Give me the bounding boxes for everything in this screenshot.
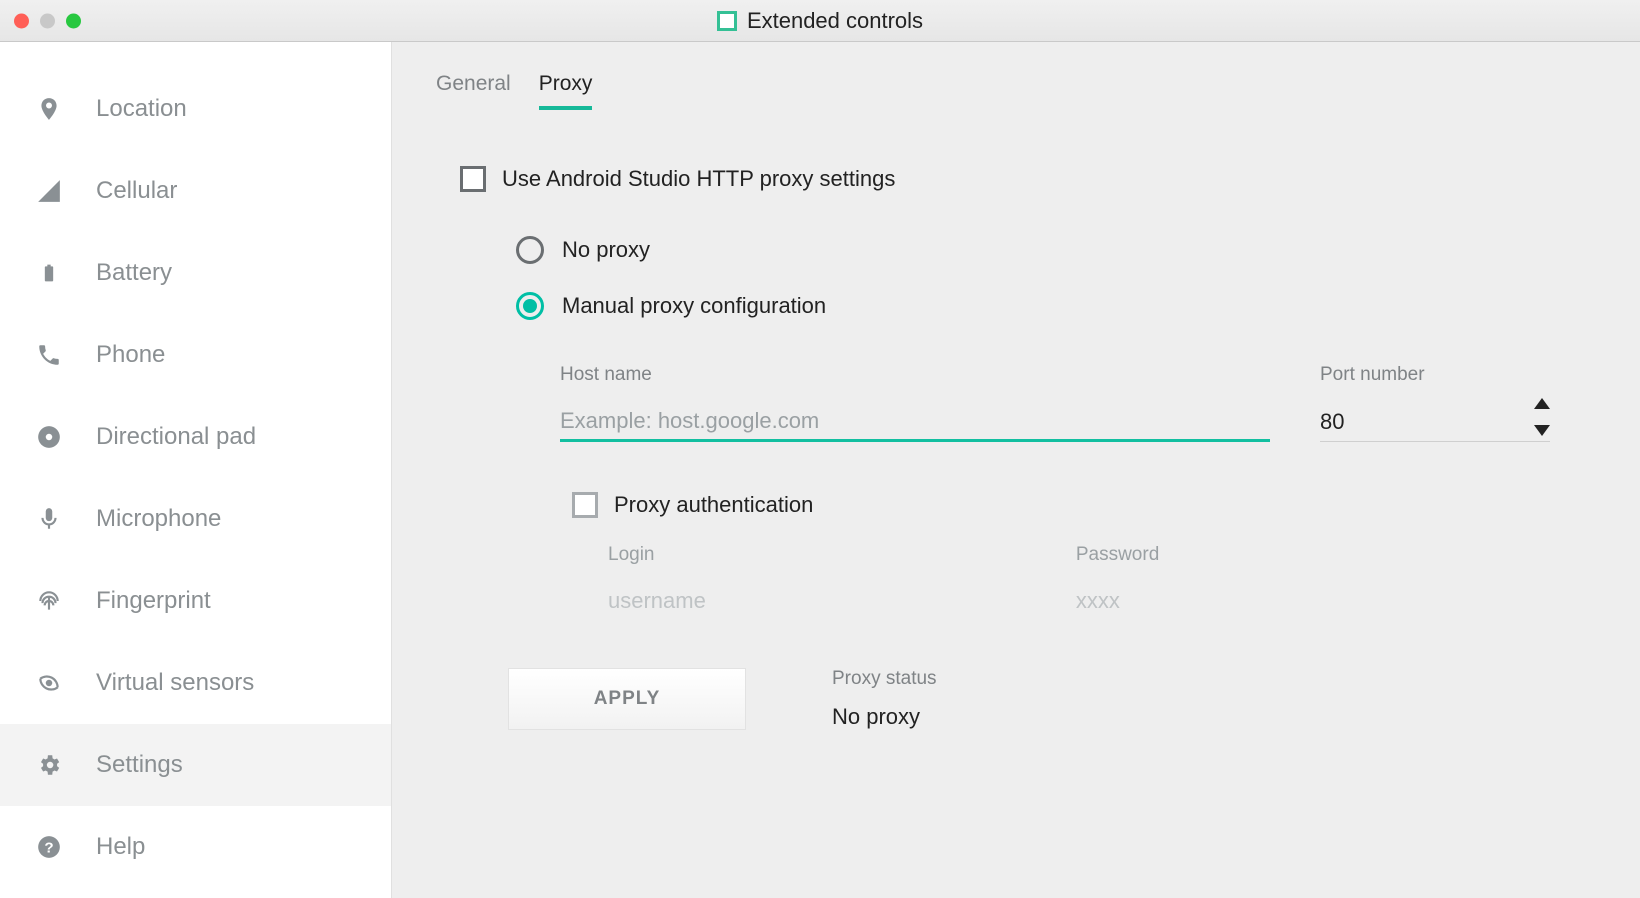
port-number-input[interactable] (1320, 402, 1550, 442)
host-name-label: Host name (560, 364, 1270, 386)
sidebar-item-label: Microphone (96, 505, 221, 533)
battery-icon (34, 258, 64, 288)
window-controls (14, 13, 81, 28)
tab-general[interactable]: General (436, 72, 511, 110)
proxy-auth-checkbox[interactable] (572, 492, 598, 518)
login-label: Login (608, 544, 706, 566)
window-maximize-button[interactable] (66, 13, 81, 28)
radio-icon (516, 292, 544, 320)
use-studio-proxy-label: Use Android Studio HTTP proxy settings (502, 166, 895, 192)
host-name-input[interactable] (560, 402, 1270, 442)
radio-label: Manual proxy configuration (562, 293, 826, 319)
proxy-auth-label: Proxy authentication (614, 492, 813, 518)
proxy-status: Proxy status No proxy (832, 668, 937, 730)
sidebar: Location Cellular Battery Phone Directio (0, 42, 392, 898)
window-close-button[interactable] (14, 13, 29, 28)
sensors-icon (34, 668, 64, 698)
apply-button[interactable]: APPLY (508, 668, 746, 730)
fingerprint-icon (34, 586, 64, 616)
proxy-mode-group: No proxy Manual proxy configuration (516, 222, 1596, 334)
sidebar-item-fingerprint[interactable]: Fingerprint (0, 560, 391, 642)
gear-icon (34, 750, 64, 780)
help-icon: ? (34, 832, 64, 862)
window-title: Extended controls (747, 8, 923, 34)
sidebar-item-battery[interactable]: Battery (0, 232, 391, 314)
proxy-mode-none[interactable]: No proxy (516, 222, 1596, 278)
settings-panel: General Proxy Use Android Studio HTTP pr… (392, 42, 1640, 898)
login-field: Login username (608, 544, 706, 614)
password-input[interactable]: xxxx (1076, 588, 1159, 614)
radio-label: No proxy (562, 237, 650, 263)
sidebar-item-help[interactable]: ? Help (0, 806, 391, 888)
sidebar-item-label: Fingerprint (96, 587, 211, 615)
window-title-group: Extended controls (717, 8, 923, 34)
sidebar-item-phone[interactable]: Phone (0, 314, 391, 396)
port-number-field: Port number (1320, 364, 1550, 442)
use-studio-proxy-checkbox[interactable] (460, 166, 486, 192)
sidebar-item-label: Help (96, 833, 145, 861)
port-stepper (1534, 398, 1550, 436)
password-label: Password (1076, 544, 1159, 566)
password-field: Password xxxx (1076, 544, 1159, 614)
sidebar-item-label: Location (96, 95, 187, 123)
port-step-down-icon[interactable] (1534, 425, 1550, 436)
sidebar-item-label: Virtual sensors (96, 669, 254, 697)
sidebar-item-cellular[interactable]: Cellular (0, 150, 391, 232)
sidebar-item-location[interactable]: Location (0, 68, 391, 150)
proxy-status-value: No proxy (832, 704, 937, 730)
microphone-icon (34, 504, 64, 534)
proxy-auth-row[interactable]: Proxy authentication (572, 492, 1596, 518)
window-minimize-button[interactable] (40, 13, 55, 28)
directional-pad-icon (34, 422, 64, 452)
location-pin-icon (34, 94, 64, 124)
sidebar-item-label: Directional pad (96, 423, 256, 451)
sidebar-item-label: Settings (96, 751, 183, 779)
proxy-mode-manual[interactable]: Manual proxy configuration (516, 278, 1596, 334)
app-icon (717, 11, 737, 31)
sidebar-item-virtual-sensors[interactable]: Virtual sensors (0, 642, 391, 724)
login-input[interactable]: username (608, 588, 706, 614)
phone-icon (34, 340, 64, 370)
sidebar-item-microphone[interactable]: Microphone (0, 478, 391, 560)
radio-icon (516, 236, 544, 264)
cellular-signal-icon (34, 176, 64, 206)
sidebar-item-label: Cellular (96, 177, 177, 205)
sidebar-item-label: Phone (96, 341, 165, 369)
sidebar-item-label: Battery (96, 259, 172, 287)
sidebar-item-settings[interactable]: Settings (0, 724, 391, 806)
tab-proxy[interactable]: Proxy (539, 72, 593, 110)
port-step-up-icon[interactable] (1534, 398, 1550, 409)
use-studio-proxy-row[interactable]: Use Android Studio HTTP proxy settings (460, 166, 1596, 192)
settings-tabs: General Proxy (436, 72, 1596, 110)
port-number-label: Port number (1320, 364, 1550, 386)
proxy-status-label: Proxy status (832, 668, 937, 690)
sidebar-item-directional-pad[interactable]: Directional pad (0, 396, 391, 478)
host-name-field: Host name (560, 364, 1270, 442)
title-bar: Extended controls (0, 0, 1640, 42)
svg-text:?: ? (44, 839, 53, 856)
